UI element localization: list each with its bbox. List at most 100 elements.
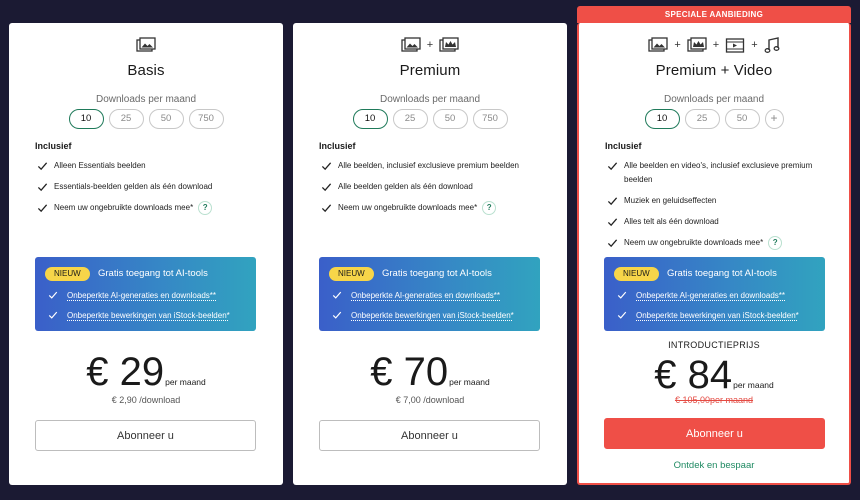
check-icon <box>37 162 48 171</box>
feature-text: Neem uw ongebruikte downloads mee* <box>338 203 478 212</box>
feature-item: Neem uw ongebruikte downloads mee* ? <box>321 201 545 215</box>
plan-card-premium: + Premium Downloads per maand 10 25 50 7… <box>293 23 567 485</box>
price-period: per maand <box>165 377 206 387</box>
price-amount: € 84 <box>654 353 733 397</box>
plan-card-premium-video: + + + Premium + Video Downloads per maan… <box>577 23 851 485</box>
feature-text: Muziek en geluidseffecten <box>624 196 717 205</box>
images-icon <box>136 36 156 54</box>
feature-text: Alles telt als één download <box>624 217 719 226</box>
more-options-button[interactable]: + <box>764 109 784 129</box>
inclusief-heading: Inclusief <box>605 141 642 151</box>
ai-feature-link[interactable]: Onbeperkte bewerkingen van iStock-beelde… <box>351 311 514 320</box>
intro-price-label: INTRODUCTIEPRIJS <box>668 340 760 350</box>
ai-feature-link[interactable]: Onbeperkte AI-generaties en downloads** <box>351 291 500 300</box>
price: € 70 per maand <box>293 349 567 395</box>
feature-item: Alles telt als één download <box>607 215 827 229</box>
ai-tools-box: NIEUW Gratis toegang tot AI-tools Onbepe… <box>604 257 825 331</box>
ai-feature-link[interactable]: Onbeperkte AI-generaties en downloads** <box>636 291 785 300</box>
check-icon <box>321 183 332 192</box>
premium-images-icon <box>687 36 707 54</box>
ai-tools-title: Gratis toegang tot AI-tools <box>667 268 777 279</box>
feature-text: Neem uw ongebruikte downloads mee* <box>624 238 764 247</box>
discover-and-save-link[interactable]: Ontdek en bespaar <box>579 460 849 471</box>
check-icon <box>617 311 627 319</box>
check-icon <box>321 204 332 213</box>
help-icon[interactable]: ? <box>482 201 497 215</box>
price: € 84 per maand <box>579 352 849 398</box>
old-price: € 105,00per maand <box>674 395 754 405</box>
plan-title: Premium <box>399 62 461 79</box>
downloads-selector: 10 25 50 750 <box>293 109 567 129</box>
new-badge: NIEUW <box>329 267 374 281</box>
plus-icon: + <box>751 39 758 51</box>
check-icon <box>607 218 618 227</box>
downloads-option-50[interactable]: 50 <box>724 109 760 129</box>
check-icon <box>37 204 48 213</box>
price-amount: € 29 <box>86 350 165 394</box>
downloads-option-25[interactable]: 25 <box>684 109 720 129</box>
plan-card-basis: Basis Downloads per maand 10 25 50 750 I… <box>9 23 283 485</box>
check-icon <box>332 311 342 319</box>
ai-feature-link[interactable]: Onbeperkte AI-generaties en downloads** <box>67 291 216 300</box>
ai-tools-title: Gratis toegang tot AI-tools <box>98 268 208 279</box>
inclusief-heading: Inclusief <box>319 141 356 151</box>
downloads-label: Downloads per maand <box>379 94 481 105</box>
check-icon <box>607 162 618 171</box>
plan-title: Premium + Video <box>655 62 773 79</box>
price: € 29 per maand <box>9 349 283 395</box>
downloads-option-50[interactable]: 50 <box>432 109 468 129</box>
check-icon <box>607 239 618 248</box>
check-icon <box>617 291 627 299</box>
ai-feature-link[interactable]: Onbeperkte bewerkingen van iStock-beelde… <box>67 311 230 320</box>
video-icon <box>725 37 745 54</box>
check-icon <box>37 183 48 192</box>
price-per-download: € 7,00 /download <box>395 395 465 405</box>
price-period: per maand <box>449 377 490 387</box>
downloads-option-10[interactable]: 10 <box>352 109 388 129</box>
subscribe-button[interactable]: Abonneer u <box>319 420 540 451</box>
ai-tools-box: NIEUW Gratis toegang tot AI-tools Onbepe… <box>35 257 256 331</box>
downloads-option-25[interactable]: 25 <box>108 109 144 129</box>
check-icon <box>321 162 332 171</box>
ai-tools-box: NIEUW Gratis toegang tot AI-tools Onbepe… <box>319 257 540 331</box>
subscribe-button[interactable]: Abonneer u <box>35 420 256 451</box>
downloads-option-50[interactable]: 50 <box>148 109 184 129</box>
price-period: per maand <box>733 380 774 390</box>
downloads-option-25[interactable]: 25 <box>392 109 428 129</box>
feature-item: Neem uw ongebruikte downloads mee* ? <box>37 201 261 215</box>
feature-list: Alleen Essentials beelden Essentials-bee… <box>37 159 261 222</box>
feature-text: Neem uw ongebruikte downloads mee* <box>54 203 194 212</box>
feature-list: Alle beelden, inclusief exclusieve premi… <box>321 159 545 222</box>
price-amount: € 70 <box>370 350 449 394</box>
check-icon <box>48 291 58 299</box>
plus-icon: + <box>674 39 681 51</box>
images-icon <box>401 36 421 54</box>
downloads-label: Downloads per maand <box>663 94 765 105</box>
help-icon[interactable]: ? <box>768 236 783 250</box>
downloads-option-750[interactable]: 750 <box>188 109 224 129</box>
feature-item: Alleen Essentials beelden <box>37 159 261 173</box>
downloads-selector: 10 25 50 750 <box>9 109 283 129</box>
plan-icons <box>9 36 283 54</box>
premium-images-icon <box>439 36 459 54</box>
subscribe-button[interactable]: Abonneer u <box>604 418 825 449</box>
ai-feature-item: Onbeperkte AI-generaties en downloads** <box>48 290 216 300</box>
feature-item: Alle beelden en video's, inclusief exclu… <box>607 159 827 187</box>
ai-feature-item: Onbeperkte bewerkingen van iStock-beelde… <box>617 310 799 320</box>
feature-text: Essentials-beelden gelden als één downlo… <box>54 182 213 191</box>
downloads-option-750[interactable]: 750 <box>472 109 508 129</box>
feature-list: Alle beelden en video's, inclusief exclu… <box>607 159 827 257</box>
ai-feature-link[interactable]: Onbeperkte bewerkingen van iStock-beelde… <box>636 311 799 320</box>
downloads-option-10[interactable]: 10 <box>68 109 104 129</box>
feature-text: Alleen Essentials beelden <box>54 161 146 170</box>
feature-text: Alle beelden en video's, inclusief exclu… <box>624 161 813 184</box>
downloads-option-10[interactable]: 10 <box>644 109 680 129</box>
feature-item: Alle beelden, inclusief exclusieve premi… <box>321 159 545 173</box>
help-icon[interactable]: ? <box>198 201 213 215</box>
feature-item: Alle beelden gelden als één download <box>321 180 545 194</box>
feature-text: Alle beelden, inclusief exclusieve premi… <box>338 161 519 170</box>
feature-text: Alle beelden gelden als één download <box>338 182 473 191</box>
downloads-label: Downloads per maand <box>95 94 197 105</box>
check-icon <box>48 311 58 319</box>
new-badge: NIEUW <box>614 267 659 281</box>
